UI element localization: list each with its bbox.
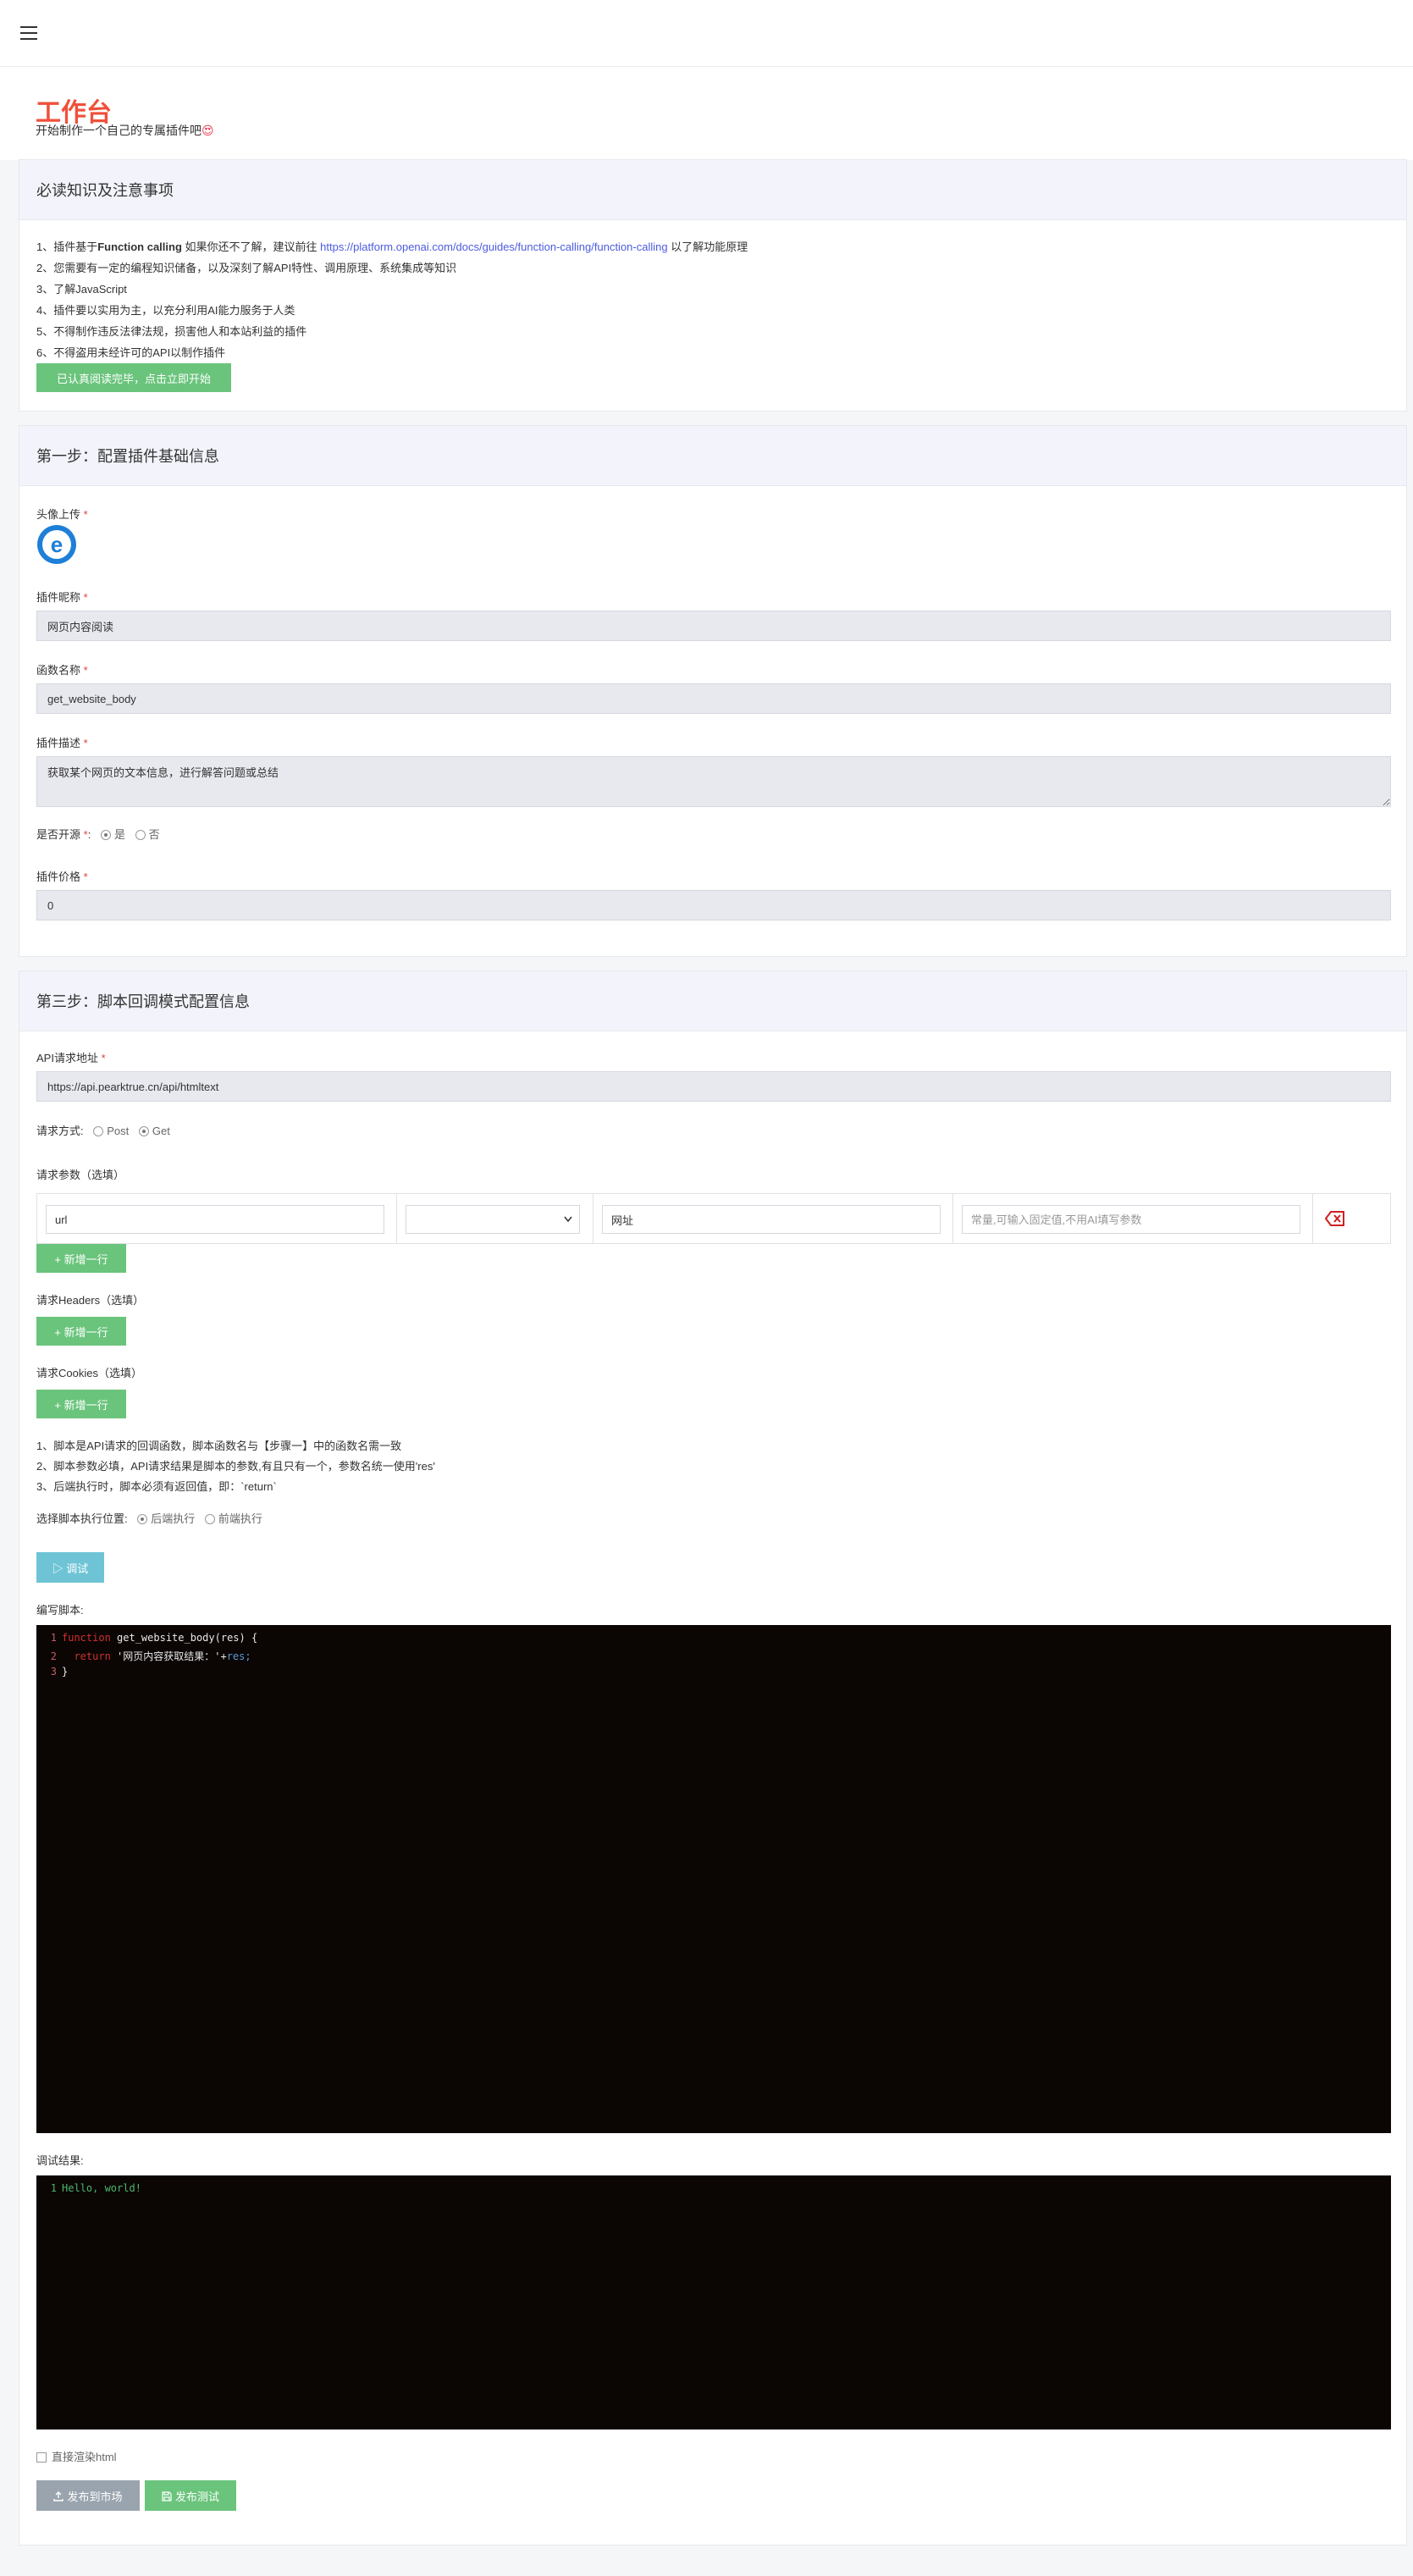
params-table — [36, 1193, 1391, 1244]
plugin-name-label: 插件昵称 * — [36, 591, 88, 604]
plugin-description-textarea[interactable]: 获取某个网页的文本信息，进行解答问题或总结 — [36, 756, 1391, 807]
param-desc-cell — [593, 1194, 953, 1243]
add-param-row-button[interactable]: + 新增一行 — [36, 1244, 126, 1273]
top-bar — [0, 0, 1413, 67]
result-line: 1 Hello, world! — [50, 2182, 141, 2194]
publish-market-button[interactable]: 发布到市场 — [36, 2480, 140, 2511]
request-headers-label: 请求Headers（选填） — [36, 1294, 145, 1307]
exec-position-row: 选择脚本执行位置: 后端执行 前端执行 — [36, 1512, 262, 1525]
function-name-input[interactable] — [36, 683, 1391, 714]
step1-card: 第一步：配置插件基础信息 头像上传 * e 插件昵称 * 函数名称 * 插件描述… — [19, 425, 1407, 957]
param-name-input[interactable] — [46, 1205, 384, 1234]
request-method-row: 请求方式: Post Get — [36, 1125, 170, 1137]
render-html-row: 直接渲染html — [36, 2448, 117, 2464]
upload-icon — [53, 2490, 64, 2501]
render-html-checkbox[interactable] — [36, 2452, 47, 2463]
code-line: 3} — [50, 1666, 69, 1678]
card-header — [19, 426, 1406, 486]
param-delete-cell — [1313, 1194, 1390, 1243]
opensource-yes-radio[interactable] — [100, 830, 111, 840]
notice-item-1: 1、插件基于Function calling 如果你还不了解，建议前往 http… — [36, 240, 748, 253]
debug-result-label: 调试结果: — [36, 2154, 84, 2167]
debug-button[interactable]: ▷ 调试 — [36, 1552, 104, 1583]
plugin-price-label: 插件价格 * — [36, 871, 88, 883]
function-name-label: 函数名称 * — [36, 664, 88, 677]
param-description-input[interactable] — [602, 1205, 941, 1234]
notice-card: 必读知识及注意事项 1、插件基于Function calling 如果你还不了解… — [19, 159, 1407, 412]
step1-title: 第一步：配置插件基础信息 — [36, 448, 219, 465]
notice-title: 必读知识及注意事项 — [36, 182, 174, 199]
avatar-label: 头像上传 * — [36, 508, 88, 521]
plugin-name-input[interactable] — [36, 611, 1391, 641]
confirm-read-button[interactable]: 已认真阅读完毕，点击立即开始 — [36, 363, 231, 392]
script-note-2: 2、脚本参数必填，API请求结果是脚本的参数,有且只有一个，参数名统一使用're… — [36, 1460, 435, 1473]
param-value-cell — [953, 1194, 1313, 1243]
heart-eyes-emoji-icon: 😍 — [201, 124, 214, 137]
page-header — [0, 67, 1413, 160]
step3-card: 第三步：脚本回调模式配置信息 API请求地址 * 请求方式: Post Get … — [19, 970, 1407, 2546]
add-header-row-button[interactable]: + 新增一行 — [36, 1317, 126, 1346]
svg-text:e: e — [51, 532, 63, 557]
ie-avatar-icon: e — [37, 525, 76, 564]
plugin-price-input[interactable] — [36, 890, 1391, 920]
param-type-cell — [397, 1194, 593, 1243]
notice-item-4: 4、插件要以实用为主，以充分利用AI能力服务于人类 — [36, 304, 295, 317]
notice-item-5: 5、不得制作违反法律法规，损害他人和本站利益的插件 — [36, 325, 307, 338]
save-icon — [162, 2490, 172, 2501]
notice-item-2: 2、您需要有一定的编程知识储备，以及深刻了解API特性、调用原理、系统集成等知识 — [36, 262, 457, 274]
param-value-input[interactable] — [962, 1205, 1300, 1234]
avatar-upload[interactable]: e — [36, 524, 77, 565]
opensource-row: 是否开源 *: 是 否 — [36, 828, 160, 841]
hamburger-menu-icon[interactable] — [20, 26, 37, 40]
step3-title: 第三步：脚本回调模式配置信息 — [36, 993, 250, 1010]
code-line: 1 function get_website_body(res) { — [50, 1632, 258, 1644]
debug-result-output: 1 Hello, world! — [36, 2175, 1391, 2430]
param-name-cell — [37, 1194, 397, 1243]
page-subtitle: 开始制作一个自己的专属插件吧😍 — [36, 124, 214, 137]
chevron-down-icon — [564, 1216, 572, 1223]
publish-test-button[interactable]: 发布测试 — [145, 2480, 236, 2511]
card-header — [19, 160, 1406, 220]
add-cookie-row-button[interactable]: + 新增一行 — [36, 1390, 126, 1418]
api-url-label: API请求地址 * — [36, 1052, 106, 1064]
script-label: 编写脚本: — [36, 1604, 84, 1617]
request-cookies-label: 请求Cookies（选填） — [36, 1367, 142, 1379]
method-post-radio[interactable] — [93, 1126, 104, 1136]
plugin-description-label: 插件描述 * — [36, 737, 88, 749]
notice-item-3: 3、了解JavaScript — [36, 283, 127, 296]
api-url-input[interactable] — [36, 1071, 1391, 1102]
function-calling-doc-link[interactable]: https://platform.openai.com/docs/guides/… — [320, 240, 667, 253]
script-note-3: 3、后端执行时，脚本必须有返回值，即：`return` — [36, 1480, 277, 1493]
exec-backend-radio[interactable] — [137, 1514, 148, 1524]
opensource-no-radio[interactable] — [135, 830, 146, 840]
code-line: 2 return '网页内容获取结果：'+res; — [50, 1650, 251, 1662]
exec-frontend-radio[interactable] — [204, 1514, 215, 1524]
delete-row-icon[interactable] — [1325, 1211, 1345, 1226]
request-params-label: 请求参数（选填） — [36, 1169, 125, 1181]
script-code-editor[interactable]: 1 function get_website_body(res) { 2 retu… — [36, 1625, 1391, 2133]
notice-item-6: 6、不得盗用未经许可的API以制作插件 — [36, 346, 226, 359]
method-get-radio[interactable] — [138, 1126, 149, 1136]
param-type-select[interactable] — [406, 1205, 580, 1234]
script-note-1: 1、脚本是API请求的回调函数，脚本函数名与【步骤一】中的函数名需一致 — [36, 1440, 402, 1452]
